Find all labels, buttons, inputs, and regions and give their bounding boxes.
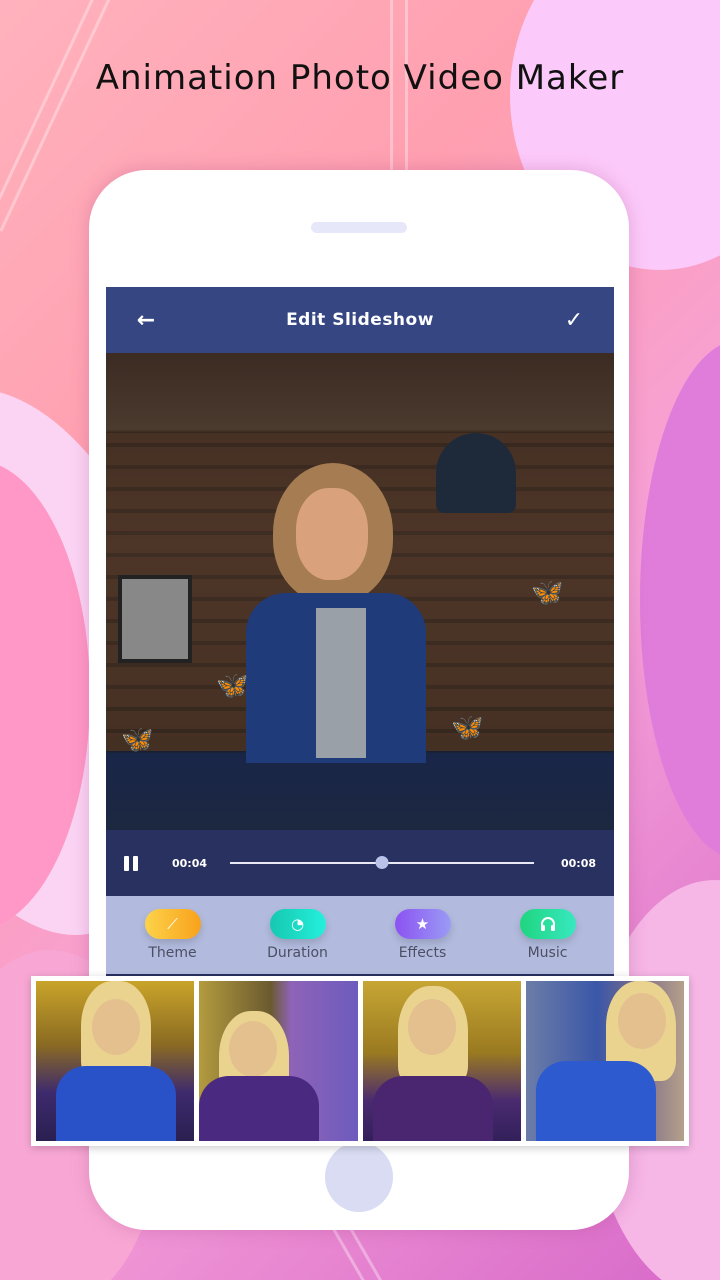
seek-bar[interactable] bbox=[230, 856, 534, 869]
seek-knob[interactable] bbox=[375, 856, 389, 869]
timer-icon: ◔ bbox=[269, 909, 326, 939]
arrow-left-icon[interactable]: ← bbox=[134, 308, 158, 333]
check-icon[interactable]: ✓ bbox=[562, 308, 586, 333]
slide-thumbnail[interactable] bbox=[362, 981, 521, 1141]
tool-label: Music bbox=[527, 945, 568, 961]
total-time: 00:08 bbox=[560, 856, 596, 870]
theme-icon: ⟋ bbox=[144, 909, 201, 939]
current-time: 00:04 bbox=[172, 856, 208, 870]
pause-icon[interactable] bbox=[124, 855, 142, 871]
slide-thumbnail[interactable] bbox=[525, 981, 684, 1141]
phone-speaker bbox=[311, 222, 407, 233]
preview-face bbox=[296, 488, 368, 580]
tool-label: Theme bbox=[148, 945, 197, 961]
slide-thumbnail[interactable] bbox=[36, 981, 195, 1141]
app-bar: ← Edit Slideshow ✓ bbox=[106, 287, 614, 353]
decorative-lines bbox=[0, 0, 113, 232]
tool-music[interactable]: Music bbox=[493, 909, 603, 961]
background-blob bbox=[640, 340, 720, 860]
app-screen: ← Edit Slideshow ✓ 🦋 🦋 🦋 🦋 00:04 00:08 ⟋… bbox=[106, 287, 614, 977]
tool-duration[interactable]: ◔ Duration bbox=[243, 909, 353, 961]
tool-effects[interactable]: ★ Effects bbox=[368, 909, 478, 961]
tool-theme[interactable]: ⟋ Theme bbox=[118, 909, 228, 961]
magic-wand-icon: ★ bbox=[394, 909, 451, 939]
tool-label: Duration bbox=[267, 945, 328, 961]
butterfly-icon: 🦋 bbox=[121, 725, 154, 755]
phone-home-button bbox=[325, 1142, 393, 1212]
headphones-glyph bbox=[540, 917, 555, 931]
headphones-icon bbox=[519, 909, 576, 939]
preview-picture-frame bbox=[118, 575, 192, 663]
butterfly-icon: 🦋 bbox=[451, 713, 484, 743]
butterfly-icon: 🦋 bbox=[531, 578, 564, 608]
video-preview[interactable]: 🦋 🦋 🦋 🦋 bbox=[106, 353, 614, 830]
preview-shirt bbox=[316, 608, 366, 758]
preview-person bbox=[246, 463, 426, 763]
edit-toolbar: ⟋ Theme ◔ Duration ★ Effects Music bbox=[106, 896, 614, 974]
preview-lamp bbox=[436, 433, 516, 513]
screen-title: Edit Slideshow bbox=[286, 310, 434, 330]
butterfly-icon: 🦋 bbox=[216, 671, 249, 701]
tool-label: Effects bbox=[398, 945, 447, 961]
slide-thumbnail-strip bbox=[31, 976, 689, 1146]
promo-title: Animation Photo Video Maker bbox=[95, 58, 625, 98]
playback-controls: 00:04 00:08 bbox=[106, 830, 614, 896]
slide-thumbnail[interactable] bbox=[199, 981, 358, 1141]
